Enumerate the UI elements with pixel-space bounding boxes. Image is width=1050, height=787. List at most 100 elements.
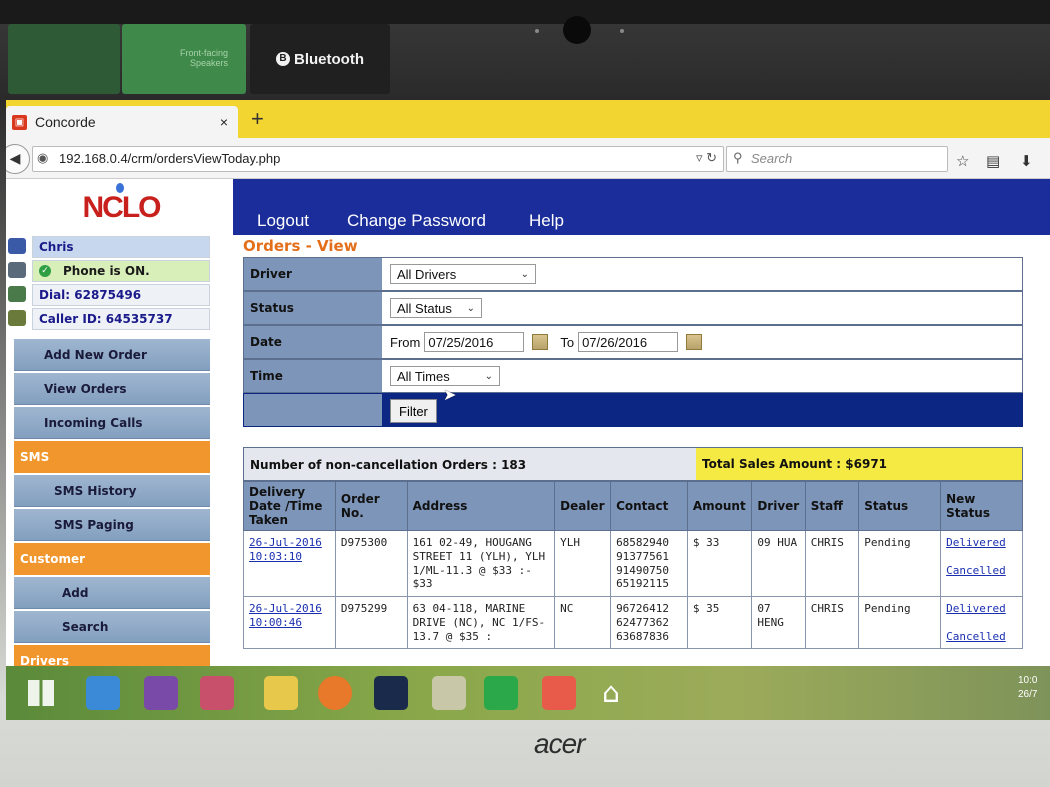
sidebar: Chris ✓ Phone is ON. Dial: 62875496 Calle… [6,235,236,718]
calendar-icon[interactable] [686,334,703,350]
orders-table: Delivery Date /Time Taken Order No. Addr… [243,481,1023,650]
delivered-link[interactable]: Delivered [946,602,1006,615]
filter-button-row: Filter [243,393,1023,427]
app-icon-red[interactable] [542,676,576,710]
filter-row-spacer [244,394,382,426]
menu-customer-add[interactable]: Add [14,577,210,609]
reload-icon[interactable]: ▿ ↻ [696,150,717,166]
from-date-input[interactable]: 07/25/2016 [424,332,525,352]
menu-section-customer[interactable]: Customer [14,543,210,575]
status-cell: Pending [858,530,942,597]
windows-start-icon[interactable] [24,676,58,710]
staff-cell: CHRIS [804,595,860,650]
app-icon[interactable] [144,676,178,710]
filter-status-row: Status All Status ⌄ [243,291,1023,325]
col-delivery: Delivery Date /Time Taken [243,481,336,531]
delivery-cell: 26-Jul-2016 10:00:46 [243,595,336,650]
reading-list-icon[interactable]: ▤ [986,152,1000,170]
table-row: 26-Jul-2016 10:00:46 D975299 63 04-118, M… [243,595,1023,650]
time-label: Time [244,360,382,392]
search-icon: ⚲ [733,150,743,165]
order-no-cell: D975299 [334,595,408,650]
desktop-top-strip [0,0,1050,24]
menu-customer-search[interactable]: Search [14,611,210,643]
phone-icon [8,262,26,278]
photos-icon[interactable] [200,676,234,710]
dock-button-speakers[interactable]: Front-facing Speakers [122,24,246,94]
menu-incoming-calls[interactable]: Incoming Calls [14,407,210,439]
menu-view-orders[interactable]: View Orders [14,373,210,405]
date-label: Date [244,326,382,358]
dial-icon [8,286,26,302]
search-input[interactable]: ⚲ Search [726,146,948,172]
col-staff: Staff [804,481,860,531]
status-label: Status [244,292,382,324]
chevron-down-icon: ⌄ [520,268,529,280]
notes-icon[interactable] [264,676,298,710]
dock-button-1[interactable] [8,24,120,94]
driver-label: Driver [244,258,382,290]
amount-cell: $ 33 [686,530,753,597]
store-icon[interactable] [484,676,518,710]
to-date-input[interactable]: 07/26/2016 [578,332,679,352]
status-select[interactable]: All Status ⌄ [390,298,482,318]
web-page: NCLO Logout Change Password Help Chris ✓… [6,179,1050,718]
site-logo[interactable]: NCLO [66,183,176,231]
dealer-cell: NC [554,595,612,650]
system-clock[interactable]: 10:0 26/7 [1018,674,1037,702]
amazon-icon[interactable] [374,676,408,710]
change-password-link[interactable]: Change Password [347,211,486,231]
delivered-link[interactable]: Delivered [946,536,1006,549]
menu-add-new-order[interactable]: Add New Order [14,339,210,371]
bookmark-star-icon[interactable]: ☆ [956,152,969,170]
address-cell: 161 02-49, HOUGANG STREET 11 (YLH), YLH … [406,530,556,597]
cancelled-link[interactable]: Cancelled [946,630,1006,643]
menu-sms-paging[interactable]: SMS Paging [14,509,210,541]
top-navigation: Logout Change Password Help [233,179,1050,235]
firefox-icon[interactable] [318,676,352,710]
internet-explorer-icon[interactable] [86,676,120,710]
caller-id: Caller ID: 64535737 [32,308,210,330]
filter-button[interactable]: Filter [390,399,437,423]
driver-select[interactable]: All Drivers ⌄ [390,264,536,284]
home-icon[interactable]: ⌂ [594,676,628,710]
menu-section-sms[interactable]: SMS [14,441,210,473]
page-title: Orders - View [243,237,358,255]
bluetooth-icon: B [276,52,290,66]
dealer-cell: YLH [554,530,612,597]
webcam [563,16,591,44]
tab-close-icon[interactable]: × [220,114,228,130]
browser-tab[interactable]: ▣ Concorde × [6,106,238,138]
calendar-icon[interactable] [532,334,549,350]
col-new-status: New Status [940,481,1023,531]
menu-sms-history[interactable]: SMS History [14,475,210,507]
amount-cell: $ 35 [686,595,753,650]
new-tab-button[interactable]: + [251,106,264,132]
time-select-value: All Times [397,368,450,384]
cancelled-link[interactable]: Cancelled [946,564,1006,577]
delivery-date-link[interactable]: 26-Jul-2016 10:03:10 [249,536,322,563]
driver-cell: 07 HENG [751,595,806,650]
col-dealer: Dealer [554,481,612,531]
download-icon[interactable]: ⬇ [1020,152,1033,170]
search-placeholder: Search [751,151,793,166]
caller-id-icon [8,310,26,326]
clock-date: 26/7 [1018,689,1038,700]
back-button[interactable]: ◀ [6,144,30,174]
filter-date-row: Date From 07/25/2016 To 07/26/2016 [243,325,1023,359]
windows-taskbar: ⌂ 10:0 26/7 [6,666,1050,720]
url-text: 192.168.0.4/crm/ordersViewToday.php [59,151,281,166]
delivery-date-link[interactable]: 26-Jul-2016 10:00:46 [249,602,322,629]
time-select[interactable]: All Times ⌄ [390,366,500,386]
phone-status-text: Phone is ON. [63,264,150,278]
url-bar[interactable]: ◉ 192.168.0.4/crm/ordersViewToday.php ▿ … [32,146,724,172]
explorer-icon[interactable] [432,676,466,710]
dock-button-bluetooth[interactable]: B Bluetooth [250,24,390,94]
order-count: Number of non-cancellation Orders : 183 [250,458,527,472]
tab-title: Concorde [35,114,96,130]
logout-link[interactable]: Logout [257,211,309,231]
dial-number: Dial: 62875496 [32,284,210,306]
phone-status: ✓ Phone is ON. [32,260,210,282]
help-link[interactable]: Help [529,211,564,231]
status-cell: Pending [858,595,942,650]
